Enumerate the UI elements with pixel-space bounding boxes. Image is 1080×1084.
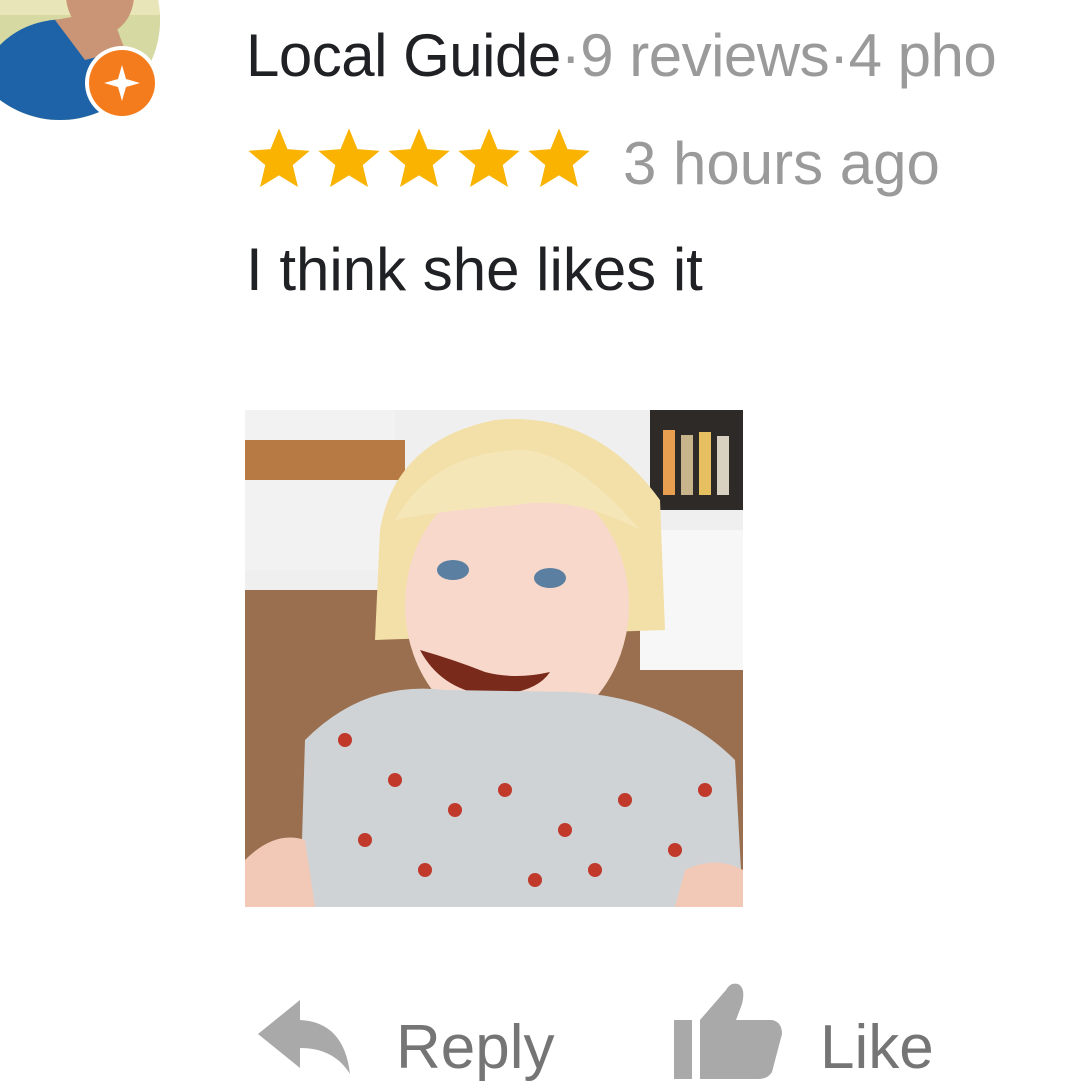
- like-button[interactable]: Like: [672, 982, 934, 1082]
- review-count[interactable]: 9 reviews: [580, 22, 829, 89]
- meta-separator: ·: [829, 22, 849, 89]
- review-time: 3 hours ago: [623, 130, 940, 197]
- review-photo[interactable]: [245, 410, 743, 907]
- star-icon: [318, 128, 380, 187]
- local-guide-badge: [85, 46, 159, 120]
- like-label: Like: [820, 1013, 934, 1082]
- review-text: I think she likes it: [246, 236, 703, 303]
- thumbs-up-icon: [674, 983, 782, 1079]
- star-icon: [528, 128, 590, 187]
- reply-label: Reply: [396, 1013, 555, 1082]
- star-icon: [388, 128, 450, 187]
- meta-separator: ·: [560, 22, 581, 89]
- reviewer-meta: Local Guide·9 reviews·4 pho: [246, 20, 997, 92]
- reply-arrow-icon: [258, 1000, 350, 1074]
- star-rating: [244, 124, 594, 194]
- star-icon: [458, 128, 520, 187]
- star-icon: [248, 128, 310, 187]
- reply-button[interactable]: Reply: [258, 996, 555, 1082]
- local-guide-star-icon: [104, 65, 140, 101]
- photo-count[interactable]: 4 pho: [849, 22, 997, 89]
- local-guide-label: Local Guide: [246, 22, 561, 89]
